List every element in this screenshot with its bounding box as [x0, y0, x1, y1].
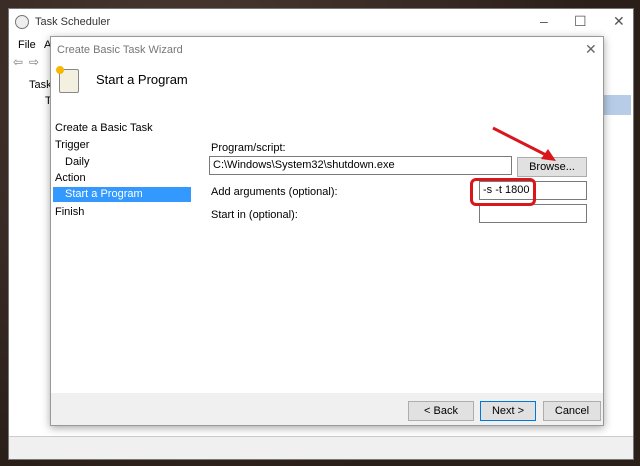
annotation-arrow-icon — [492, 126, 556, 161]
